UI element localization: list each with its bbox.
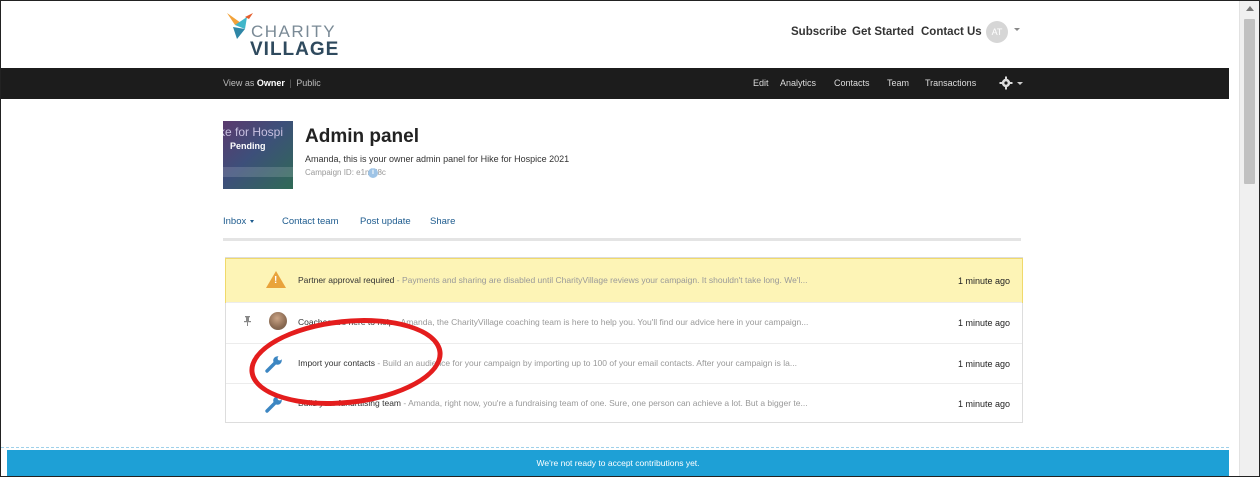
pending-badge: Pending [230,141,266,151]
view-as-switch: View as Owner | Public [223,78,321,88]
tab-inbox-label: Inbox [223,216,247,227]
owner-toolbar: View as Owner | Public Edit Analytics Co… [1,68,1229,99]
dotted-divider [1,447,1229,448]
notification-time: 1 minute ago [957,359,1010,369]
user-avatar[interactable]: AT [986,21,1008,43]
tab-share[interactable]: Share [430,216,455,227]
get-started-link[interactable]: Get Started [852,26,914,38]
notification-desc: - Amanda, right now, you're a fundraisin… [401,398,808,408]
analytics-link[interactable]: Analytics [780,78,816,88]
team-link[interactable]: Team [887,78,909,88]
thumbnail-text: ke for Hospi [223,125,284,139]
notification-time: 1 minute ago [957,318,1010,328]
contact-us-link[interactable]: Contact Us [921,26,982,38]
tab-contact-team[interactable]: Contact team [282,216,339,227]
site-header: CHARITY VILLAGE Subscribe Get Started Co… [1,1,1229,67]
inbox-caret-icon [250,219,255,223]
edit-link[interactable]: Edit [753,78,769,88]
view-owner-option[interactable]: Owner [257,78,285,88]
settings-caret-icon[interactable] [1017,82,1023,85]
view-separator: | [289,78,292,88]
pin-icon[interactable] [244,316,251,326]
warning-icon [266,271,286,288]
notification-desc: - Amanda, the CharityVillage coaching te… [393,317,809,327]
coach-avatar [269,312,287,330]
logo-line2: VILLAGE [250,39,340,60]
page-title: Admin panel [305,126,420,147]
list-item[interactable]: Partner approval required - Payments and… [225,258,1023,303]
gear-icon[interactable] [999,76,1013,90]
tabs-divider [223,238,1021,241]
charity-village-logo[interactable]: CHARITY VILLAGE [223,9,338,61]
view-as-label: View as [223,78,255,88]
notification-text: Partner approval required - Payments and… [298,275,807,285]
view-public-option[interactable]: Public [296,78,321,88]
thumbnail-band [223,167,293,177]
vertical-scrollbar[interactable] [1239,1,1259,476]
transactions-link[interactable]: Transactions [925,78,976,88]
info-icon[interactable]: i [368,168,378,178]
page-subtitle: Amanda, this is your owner admin panel f… [305,154,570,164]
scroll-up-arrow-icon[interactable] [1246,6,1254,11]
notification-time: 1 minute ago [957,276,1010,286]
browser-frame: CHARITY VILLAGE Subscribe Get Started Co… [0,0,1260,477]
notification-desc: - Payments and sharing are disabled unti… [394,275,808,285]
scrollbar-thumb[interactable] [1244,19,1255,184]
contribution-notice-bar: We're not ready to accept contributions … [7,450,1229,476]
subscribe-link[interactable]: Subscribe [791,26,847,38]
notification-title: Partner approval required [298,275,395,285]
user-menu-caret-icon[interactable] [1014,28,1020,31]
contacts-link[interactable]: Contacts [834,78,870,88]
tab-post-update[interactable]: Post update [360,216,411,227]
notification-time: 1 minute ago [957,399,1010,409]
tab-inbox[interactable]: Inbox [223,216,255,227]
campaign-thumbnail[interactable]: ke for Hospi Pending [223,121,293,189]
